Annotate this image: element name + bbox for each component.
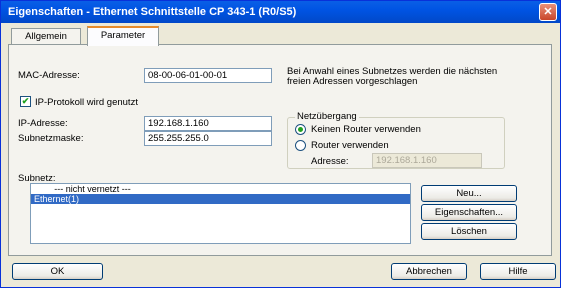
window-title: Eigenschaften - Ethernet Schnittstelle C…: [8, 6, 297, 18]
use-router-label: Router verwenden: [311, 140, 389, 151]
ip-protocol-checkbox[interactable]: ✔: [20, 96, 31, 107]
tab-label: Parameter: [100, 30, 146, 41]
no-router-radio[interactable]: [295, 124, 306, 135]
list-item[interactable]: --- nicht vernetzt ---: [31, 184, 151, 194]
subnet-hint-text: Bei Anwahl eines Subnetzes werden die nä…: [287, 66, 498, 87]
ok-button[interactable]: OK: [12, 263, 103, 280]
delete-subnet-button[interactable]: Löschen: [421, 223, 517, 240]
mac-label: MAC-Adresse:: [18, 70, 80, 81]
ip-address-field[interactable]: 192.168.1.160: [144, 116, 272, 131]
close-button[interactable]: ✕: [539, 3, 557, 21]
ip-address-label: IP-Adresse:: [18, 118, 68, 129]
checkmark-icon: ✔: [21, 96, 30, 106]
tab-label: Allgemein: [25, 31, 67, 42]
gateway-title: Netzübergang: [295, 111, 359, 122]
subnet-mask-field[interactable]: 255.255.255.0: [144, 131, 272, 146]
title-bar[interactable]: Eigenschaften - Ethernet Schnittstelle C…: [1, 1, 560, 23]
router-address-field[interactable]: 192.168.1.160: [372, 153, 482, 168]
subnet-properties-button[interactable]: Eigenschaften...: [421, 204, 517, 221]
ip-protocol-label: IP-Protokoll wird genutzt: [35, 97, 138, 108]
subnet-listbox[interactable]: --- nicht vernetzt --- Ethernet(1): [30, 183, 411, 244]
help-button[interactable]: Hilfe: [480, 263, 556, 280]
mac-address-field[interactable]: 08-00-06-01-00-01: [144, 68, 272, 83]
no-router-label: Keinen Router verwenden: [311, 124, 421, 135]
new-subnet-button[interactable]: Neu...: [421, 185, 517, 202]
properties-dialog: Eigenschaften - Ethernet Schnittstelle C…: [0, 0, 561, 288]
tab-allgemein[interactable]: Allgemein: [11, 28, 81, 45]
parameter-panel: MAC-Adresse: 08-00-06-01-00-01 Bei Anwah…: [8, 44, 552, 256]
list-item[interactable]: Ethernet(1): [31, 194, 410, 204]
cancel-button[interactable]: Abbrechen: [391, 263, 467, 280]
router-address-label: Adresse:: [311, 156, 349, 167]
subnet-mask-label: Subnetzmaske:: [18, 133, 84, 144]
use-router-radio[interactable]: [295, 140, 306, 151]
tab-parameter[interactable]: Parameter: [87, 26, 159, 46]
close-icon: ✕: [543, 6, 553, 18]
